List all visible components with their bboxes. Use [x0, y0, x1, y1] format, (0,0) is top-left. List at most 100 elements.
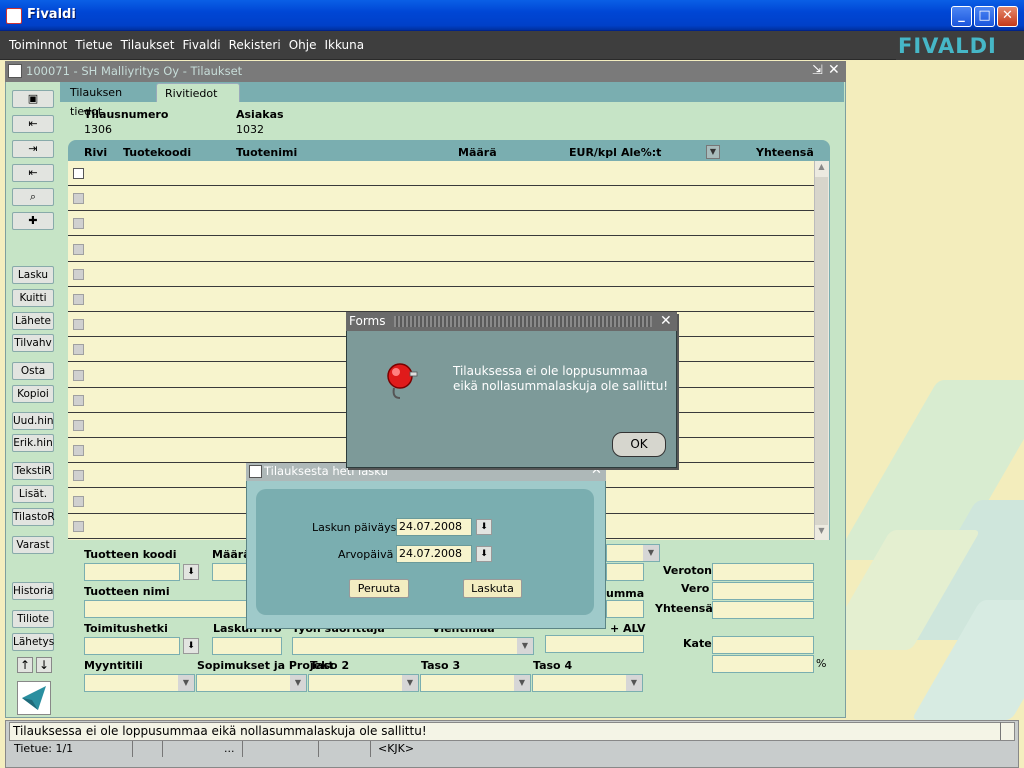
menu-rekisteri[interactable]: Rekisteri	[225, 31, 285, 60]
historia-button[interactable]: Historia	[12, 582, 54, 600]
column-dropdown-icon[interactable]: ▼	[706, 145, 720, 159]
inner-minimize-button[interactable]: ⇲	[812, 63, 823, 78]
row-checkbox[interactable]	[73, 420, 84, 431]
row-checkbox[interactable]	[73, 520, 84, 532]
arvopaiva-calendar-icon[interactable]: ⬇	[476, 546, 492, 562]
uud-hin-button[interactable]: Uud.hin	[12, 412, 54, 430]
kuitti-button[interactable]: Kuitti	[12, 289, 54, 307]
table-row[interactable]	[68, 211, 814, 237]
arrow-up-icon[interactable]: ↑	[17, 657, 33, 673]
row-checkbox[interactable]	[73, 495, 84, 507]
row-checkbox[interactable]	[73, 218, 84, 230]
menu-fivaldi[interactable]: Fivaldi	[179, 31, 225, 60]
menu-tietue[interactable]: Tietue	[71, 31, 116, 60]
kate-percent-input[interactable]	[712, 655, 814, 673]
lahetys-button[interactable]: Lähetys	[12, 633, 54, 651]
lisat-button[interactable]: Lisät.	[12, 485, 54, 503]
menu-ikkuna[interactable]: Ikkuna	[320, 31, 368, 60]
previous-icon[interactable]: ⇤	[12, 164, 54, 182]
form-icon	[8, 64, 22, 78]
kate-label: Kate	[683, 637, 712, 650]
yhteensa-input[interactable]	[712, 601, 814, 619]
tekstir-button[interactable]: TekstiR	[12, 462, 54, 480]
myyntitili-select[interactable]: ▼	[84, 674, 195, 692]
top-right-select[interactable]: ▼	[606, 544, 660, 562]
tab-rivitiedot[interactable]: Rivitiedot	[156, 83, 240, 102]
tilvahv-button[interactable]: Tilvahv	[12, 334, 54, 352]
table-row[interactable]	[68, 161, 814, 186]
table-row[interactable]	[68, 237, 814, 262]
alv-input[interactable]	[545, 635, 644, 653]
exit-icon[interactable]: ⇤	[12, 115, 54, 133]
scroll-up-icon[interactable]: ▲	[815, 162, 828, 176]
scroll-thumb[interactable]	[815, 177, 828, 525]
new-record-icon[interactable]: ✚	[12, 212, 54, 230]
tuotteen-koodi-lov-icon[interactable]: ⬇	[183, 564, 199, 580]
varast-button[interactable]: Varast	[12, 536, 54, 554]
tab-tilauksen-tiedot[interactable]: Tilauksen tiedot	[62, 83, 154, 118]
row-checkbox[interactable]	[73, 193, 84, 205]
minimize-button[interactable]: _	[951, 6, 972, 27]
kopioi-button[interactable]: Kopioi	[12, 385, 54, 403]
row-checkbox[interactable]	[73, 268, 84, 280]
ok-button[interactable]: OK	[612, 432, 666, 457]
table-row[interactable]	[68, 186, 814, 212]
tuotteen-koodi-input[interactable]	[84, 563, 180, 581]
laskun-nro-input[interactable]	[212, 637, 282, 655]
fivaldi-mark-icon	[17, 681, 51, 715]
sopimukset-select[interactable]: ▼	[196, 674, 307, 692]
yhteensa-label: Yhteensä	[655, 602, 713, 615]
lasku-button[interactable]: Lasku	[12, 266, 54, 284]
menu-ohje[interactable]: Ohje	[285, 31, 321, 60]
summa-input[interactable]	[606, 600, 644, 618]
alarm-bell-icon	[380, 358, 420, 402]
arrow-down-icon[interactable]: ↓	[36, 657, 52, 673]
erik-hin-button[interactable]: Erik.hin	[12, 434, 54, 452]
tiliote-button[interactable]: Tiliote	[12, 610, 54, 628]
table-row[interactable]	[68, 262, 814, 287]
status-divider	[370, 741, 371, 757]
row-checkbox[interactable]	[73, 294, 84, 305]
save-icon[interactable]: ▣	[12, 90, 54, 108]
kate-input[interactable]	[712, 636, 814, 654]
row-checkbox[interactable]	[73, 344, 84, 356]
row-checkbox[interactable]	[73, 243, 84, 255]
tyon-suorittaja-select[interactable]: ▼	[292, 637, 534, 655]
forms-close-button[interactable]: ✕	[660, 313, 672, 329]
summa-top-input[interactable]	[606, 563, 644, 581]
taso3-select[interactable]: ▼	[420, 674, 531, 692]
row-checkbox[interactable]	[73, 168, 84, 179]
maara-input[interactable]	[212, 563, 248, 581]
lahete-button[interactable]: Lähete	[12, 312, 54, 330]
menu-toiminnot[interactable]: Toiminnot	[5, 31, 71, 60]
close-button[interactable]: ✕	[997, 6, 1018, 27]
column-tuotekoodi: Tuotekoodi	[123, 146, 192, 159]
menu-tilaukset[interactable]: Tilaukset	[117, 31, 179, 60]
laskuta-button[interactable]: Laskuta	[463, 579, 522, 598]
taso4-select[interactable]: ▼	[532, 674, 643, 692]
toimitushetki-label: Toimitushetki	[84, 622, 168, 635]
arvopaiva-input[interactable]: 24.07.2008	[396, 545, 472, 563]
tuotteen-nimi-input[interactable]	[84, 600, 248, 618]
scroll-down-icon[interactable]: ▼	[815, 526, 828, 540]
search-icon[interactable]: ⌕	[12, 188, 54, 206]
toimitushetki-lov-icon[interactable]: ⬇	[183, 638, 199, 654]
osta-button[interactable]: Osta	[12, 362, 54, 380]
row-checkbox[interactable]	[73, 394, 84, 406]
vero-input[interactable]	[712, 582, 814, 600]
maximize-button[interactable]: □	[974, 6, 995, 27]
laskun-paivays-calendar-icon[interactable]: ⬇	[476, 519, 492, 535]
tilastor-button[interactable]: TilastoR	[12, 508, 55, 526]
taso2-select[interactable]: ▼	[308, 674, 419, 692]
veroton-input[interactable]	[712, 563, 814, 581]
row-checkbox[interactable]	[73, 369, 84, 381]
laskun-paivays-input[interactable]: 24.07.2008	[396, 518, 472, 536]
inner-close-button[interactable]: ✕	[828, 62, 840, 78]
peruuta-button[interactable]: Peruuta	[349, 579, 409, 598]
row-checkbox[interactable]	[73, 319, 84, 331]
row-checkbox[interactable]	[73, 470, 84, 482]
toimitushetki-input[interactable]	[84, 637, 180, 655]
next-icon[interactable]: ⇥	[12, 140, 54, 158]
row-checkbox[interactable]	[73, 445, 84, 457]
table-row[interactable]	[68, 287, 814, 312]
